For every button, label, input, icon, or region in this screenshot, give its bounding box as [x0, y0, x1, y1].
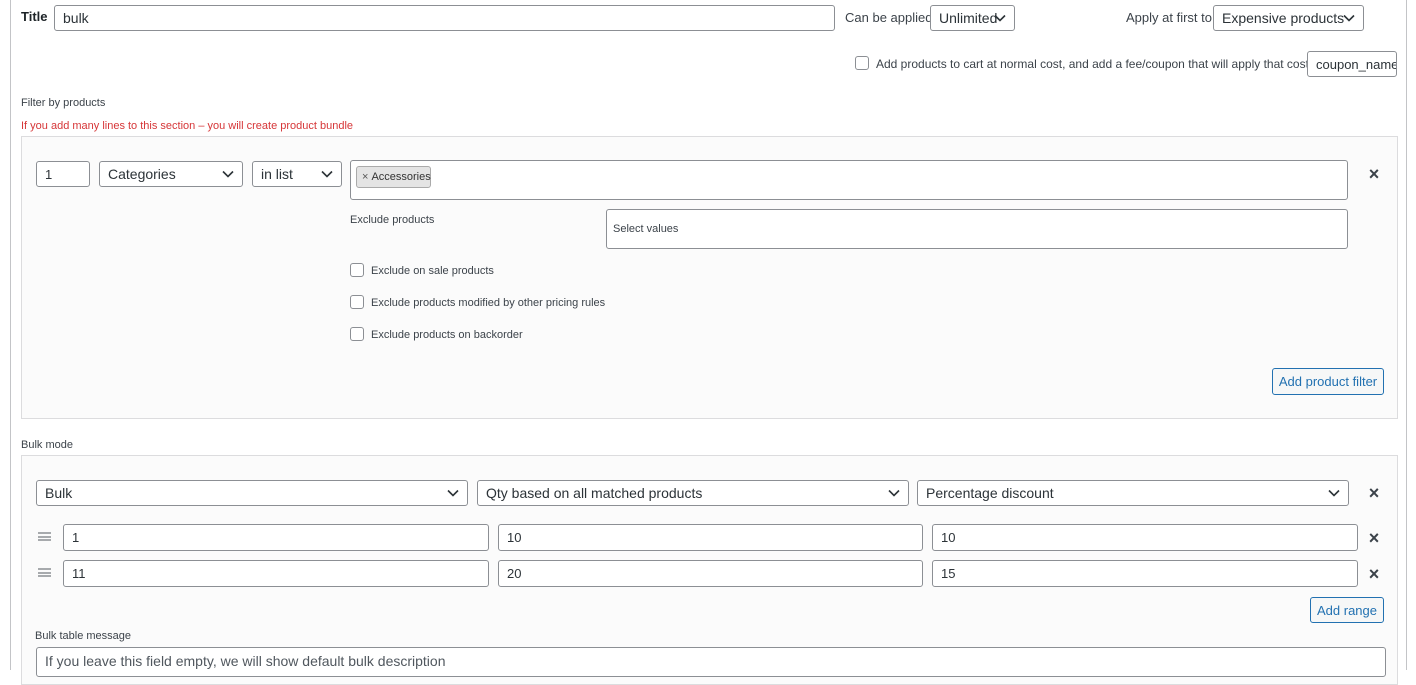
tag-label: Accessories [371, 171, 431, 183]
exclude-modified-label: Exclude products modified by other prici… [371, 297, 606, 309]
bundle-warning: If you add many lines to this section – … [21, 120, 354, 132]
chevron-down-icon [321, 170, 333, 178]
apply-first-label: Apply at first to: [1126, 10, 1216, 25]
qty-based-select[interactable]: Qty based on all matched products [477, 480, 909, 506]
chevron-down-icon [994, 14, 1006, 22]
filter-method-select[interactable]: in list [252, 161, 342, 187]
qty-based-value: Qty based on all matched products [486, 485, 703, 501]
chevron-down-icon [447, 489, 459, 497]
right-border [1406, 0, 1407, 670]
exclude-backorder-label: Exclude products on backorder [371, 329, 523, 341]
remove-range-icon[interactable]: × [1367, 565, 1381, 583]
filter-method-value: in list [261, 166, 293, 182]
bulk-section-label: Bulk mode [21, 439, 73, 451]
range-value-value: 15 [941, 566, 956, 581]
apply-first-value: Expensive products [1222, 10, 1345, 26]
drag-handle-icon[interactable] [38, 532, 51, 541]
bulk-message-label: Bulk table message [35, 630, 131, 642]
exclude-products-label: Exclude products [350, 214, 435, 226]
range-to-input[interactable]: 20 [498, 560, 923, 587]
remove-bulk-icon[interactable]: × [1367, 484, 1381, 502]
filter-section-label: Filter by products [21, 97, 106, 109]
range-from-input[interactable]: 1 [63, 524, 489, 551]
exclude-modified-checkbox[interactable] [350, 295, 364, 309]
exclude-products-placeholder: Select values [613, 223, 679, 235]
can-be-applied-label: Can be applied: [845, 10, 937, 25]
discount-type-select[interactable]: Percentage discount [917, 480, 1349, 506]
title-input[interactable]: bulk [54, 5, 835, 31]
coupon-name-input[interactable]: coupon_name [1307, 51, 1397, 77]
range-value-input[interactable]: 10 [932, 524, 1358, 551]
chevron-down-icon [1343, 14, 1355, 22]
range-to-value: 10 [507, 530, 522, 545]
chevron-down-icon [888, 489, 900, 497]
bulk-message-placeholder: If you leave this field empty, we will s… [45, 653, 446, 669]
add-fee-checkbox[interactable] [855, 56, 869, 70]
filter-qty-value: 1 [45, 166, 53, 182]
tag-remove-icon[interactable]: × [362, 171, 368, 183]
exclude-products-input[interactable]: Select values [606, 209, 1348, 249]
left-border [10, 0, 11, 670]
range-from-value: 11 [72, 566, 86, 581]
filter-qty-input[interactable]: 1 [36, 161, 90, 187]
bulk-mode-select[interactable]: Bulk [36, 480, 468, 506]
title-input-value: bulk [63, 10, 89, 26]
add-fee-label: Add products to cart at normal cost, and… [876, 57, 1309, 71]
title-label: Title [21, 9, 48, 24]
range-from-value: 1 [72, 530, 80, 545]
filter-type-select[interactable]: Categories [99, 161, 243, 187]
coupon-name-value: coupon_name [1316, 56, 1397, 72]
remove-range-icon[interactable]: × [1367, 529, 1381, 547]
range-to-input[interactable]: 10 [498, 524, 923, 551]
selected-tag-accessories: × Accessories [356, 166, 431, 188]
exclude-backorder-checkbox[interactable] [350, 327, 364, 341]
add-range-button[interactable]: Add range [1310, 597, 1384, 623]
filter-values-multiselect[interactable] [350, 160, 1348, 200]
add-product-filter-button[interactable]: Add product filter [1272, 368, 1384, 395]
apply-first-select[interactable]: Expensive products [1213, 5, 1364, 31]
bulk-mode-value: Bulk [45, 485, 73, 501]
range-to-value: 20 [507, 566, 522, 581]
drag-handle-icon[interactable] [38, 568, 51, 577]
range-value-input[interactable]: 15 [932, 560, 1358, 587]
can-be-applied-value: Unlimited [939, 10, 998, 26]
remove-filter-icon[interactable]: × [1367, 165, 1381, 183]
filter-type-value: Categories [108, 166, 176, 182]
discount-type-value: Percentage discount [926, 485, 1054, 501]
can-be-applied-select[interactable]: Unlimited [930, 5, 1015, 31]
exclude-on-sale-checkbox[interactable] [350, 263, 364, 277]
range-from-input[interactable]: 11 [63, 560, 489, 587]
chevron-down-icon [222, 170, 234, 178]
bulk-message-input[interactable]: If you leave this field empty, we will s… [36, 647, 1386, 677]
range-value-value: 10 [941, 530, 956, 545]
exclude-on-sale-label: Exclude on sale products [371, 265, 494, 277]
chevron-down-icon [1328, 489, 1340, 497]
